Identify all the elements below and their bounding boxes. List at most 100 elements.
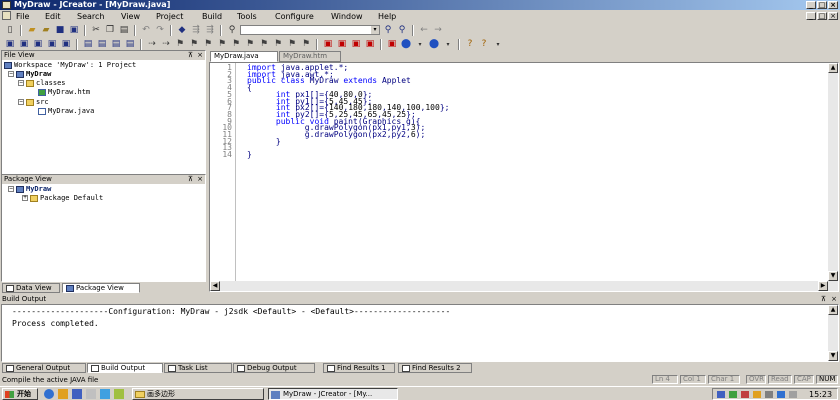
debug-icon[interactable]: ▣ [322, 39, 334, 50]
vertical-scrollbar[interactable]: ▲ ▼ [828, 63, 838, 281]
close-button[interactable]: × [828, 1, 838, 9]
tray-icon[interactable] [765, 391, 773, 398]
collapse-icon[interactable]: − [18, 80, 24, 86]
bookmark-icon[interactable]: ⚑ [216, 39, 228, 50]
tab-general-output[interactable]: General Output [2, 363, 86, 373]
find-in-files-icon[interactable]: ⚲ [396, 25, 408, 36]
scroll-right-icon[interactable]: ▶ [818, 281, 828, 291]
collapse-icon[interactable]: − [8, 71, 14, 77]
chevron-down-icon[interactable]: ▾ [492, 39, 504, 50]
maximize-button[interactable]: □ [817, 1, 827, 9]
scroll-up-icon[interactable]: ▲ [828, 305, 838, 315]
copy-icon[interactable]: ❐ [104, 25, 116, 36]
mdi-restore-button[interactable]: □ [817, 12, 827, 20]
close-icon[interactable]: × [831, 294, 837, 304]
open-workspace-icon[interactable]: ▰ [40, 25, 52, 36]
tab-debug-output[interactable]: Debug Output [233, 363, 315, 373]
save-all-icon[interactable]: ▣ [68, 25, 80, 36]
doc-icon[interactable] [2, 11, 11, 20]
tray-icon[interactable] [717, 391, 725, 398]
compile-icon[interactable]: ◆ [176, 25, 188, 36]
panel-icon[interactable]: ▤ [96, 39, 108, 50]
bookmark-icon[interactable]: ⚑ [188, 39, 200, 50]
debug-icon[interactable]: ▣ [350, 39, 362, 50]
bookmark-icon[interactable]: ⚑ [300, 39, 312, 50]
tree-node-htm[interactable]: MyDraw.htm [38, 88, 90, 96]
undo-icon[interactable]: ↶ [140, 25, 152, 36]
minimize-button[interactable]: _ [806, 1, 816, 9]
chevron-down-icon[interactable]: ▾ [442, 39, 454, 50]
find-next-icon[interactable]: ⚲ [382, 25, 394, 36]
bookmark-icon[interactable]: ⚑ [272, 39, 284, 50]
paste-icon[interactable]: ▤ [118, 25, 130, 36]
indent-icon[interactable]: ⇢ [160, 39, 172, 50]
tree-node-project[interactable]: − MyDraw [8, 70, 51, 78]
speaker-icon[interactable] [789, 391, 797, 398]
find-combo[interactable]: ▾ [240, 25, 380, 35]
jdk-icon[interactable]: ⬤ [428, 39, 440, 50]
tab-task-list[interactable]: Task List [164, 363, 232, 373]
menu-search[interactable]: Search [77, 11, 104, 22]
window-icon[interactable]: ▣ [18, 39, 30, 50]
collapse-icon[interactable]: − [18, 99, 24, 105]
bookmark-icon[interactable]: ⚑ [174, 39, 186, 50]
scroll-left-icon[interactable]: ◀ [210, 281, 220, 291]
menu-tools[interactable]: Tools [237, 11, 257, 22]
bookmark-icon[interactable]: ⚑ [230, 39, 242, 50]
menu-build[interactable]: Build [202, 11, 222, 22]
tree-node-workspace[interactable]: Workspace 'MyDraw': 1 Project [4, 61, 136, 69]
desktop-icon[interactable] [72, 389, 82, 399]
scroll-down-icon[interactable]: ▼ [828, 271, 838, 281]
indent-icon[interactable]: ⇢ [146, 39, 158, 50]
mdi-close-button[interactable]: × [828, 12, 838, 20]
panel-icon[interactable]: ▤ [110, 39, 122, 50]
tab-data-view[interactable]: Data View [2, 283, 60, 293]
debug-icon[interactable]: ▣ [364, 39, 376, 50]
taskbar-item-folder[interactable]: 画多边形 [132, 388, 264, 400]
window-icon[interactable]: ▣ [60, 39, 72, 50]
pin-icon[interactable]: ⊼ [821, 294, 826, 304]
expand-icon[interactable]: + [22, 195, 28, 201]
scroll-up-icon[interactable]: ▲ [828, 63, 838, 73]
tree-node-classes[interactable]: − classes [18, 79, 66, 87]
save-icon[interactable]: ■ [54, 25, 66, 36]
window-icon[interactable]: ▣ [46, 39, 58, 50]
app-icon[interactable] [2, 1, 11, 9]
window-icon[interactable]: ▣ [32, 39, 44, 50]
quicklaunch-icon[interactable] [100, 389, 110, 399]
back-icon[interactable]: ← [418, 25, 430, 36]
menu-configure[interactable]: Configure [275, 11, 314, 22]
menu-file[interactable]: File [16, 11, 29, 22]
tab-build-output[interactable]: Build Output [87, 363, 163, 373]
taskbar-item-jcreator[interactable]: MyDraw - JCreator - [My... [268, 388, 398, 400]
pin-icon[interactable]: ⊼ [188, 175, 193, 184]
quicklaunch-icon[interactable] [114, 389, 124, 399]
menu-edit[interactable]: Edit [45, 11, 61, 22]
panel-icon[interactable]: ▤ [82, 39, 94, 50]
jdk-icon[interactable]: ⬤ [400, 39, 412, 50]
bookmark-icon[interactable]: ⚑ [258, 39, 270, 50]
chevron-down-icon[interactable]: ▾ [414, 39, 426, 50]
tray-icon[interactable] [729, 391, 737, 398]
menu-help[interactable]: Help [378, 11, 396, 22]
menu-window[interactable]: Window [331, 11, 363, 22]
menu-project[interactable]: Project [156, 11, 183, 22]
forward-icon[interactable]: → [432, 25, 444, 36]
tree-node-pkg-project[interactable]: − MyDraw [8, 185, 51, 193]
mdi-minimize-button[interactable]: _ [806, 12, 816, 20]
find-icon[interactable]: ⚲ [226, 25, 238, 36]
bookmark-icon[interactable]: ⚑ [286, 39, 298, 50]
tray-icon[interactable] [741, 391, 749, 398]
browser-icon[interactable] [44, 389, 54, 399]
tree-node-src[interactable]: − src [18, 98, 49, 106]
window-icon[interactable]: ▣ [4, 39, 16, 50]
pin-icon[interactable]: ⊼ [188, 51, 193, 60]
panel-icon[interactable]: ▤ [124, 39, 136, 50]
bookmark-icon[interactable]: ⚑ [202, 39, 214, 50]
open-folder-icon[interactable]: ▰ [26, 25, 38, 36]
scroll-down-icon[interactable]: ▼ [828, 351, 838, 361]
tab-mydraw-java[interactable]: MyDraw.java [210, 51, 278, 62]
bookmark-icon[interactable]: ⚑ [244, 39, 256, 50]
redo-icon[interactable]: ↷ [154, 25, 166, 36]
tray-icon[interactable] [777, 391, 785, 398]
